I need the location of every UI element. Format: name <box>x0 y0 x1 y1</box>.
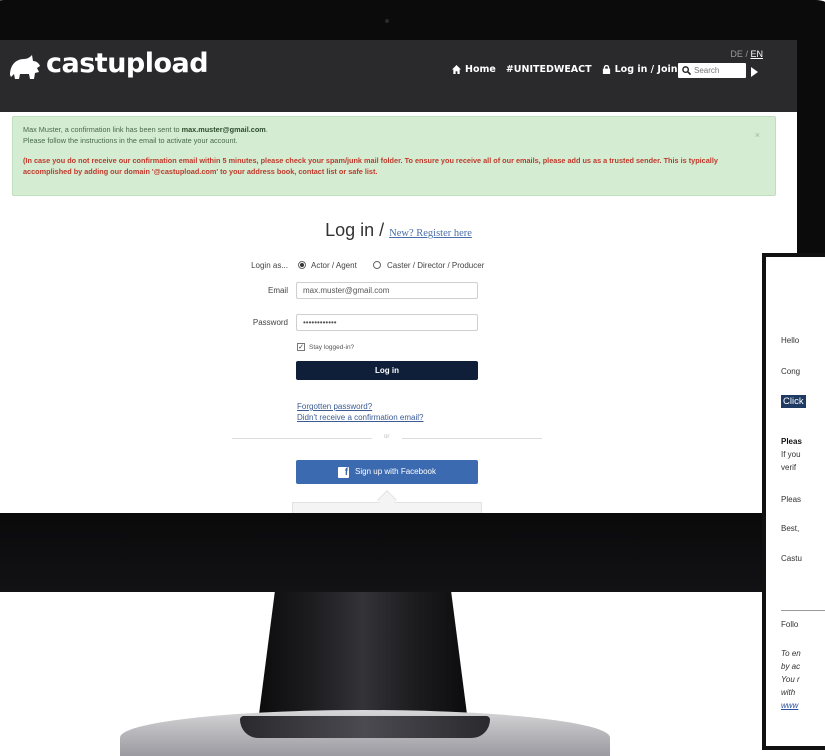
radio-caster-label[interactable]: Caster / Director / Producer <box>387 261 484 270</box>
alert-email: max.muster@gmail.com <box>181 125 266 134</box>
email-line-follow: Follo <box>781 620 799 629</box>
login-title: Log in / <box>325 220 385 240</box>
lang-en[interactable]: EN <box>750 49 763 59</box>
email-link-www[interactable]: www <box>781 701 798 710</box>
facebook-icon: f <box>338 466 350 478</box>
email-line-congrats: Cong <box>781 367 801 376</box>
home-icon <box>452 65 461 74</box>
language-switcher: DE / EN <box>730 49 763 59</box>
nav-unitedweact[interactable]: #UNITEDWEACT <box>506 64 592 75</box>
register-link[interactable]: New? Register here <box>389 228 472 239</box>
browser-screen: castupload DE / EN Home #UNITEDWEACT Log… <box>0 40 797 513</box>
facebook-signup-button[interactable]: f Sign up with Facebook <box>296 460 478 484</box>
email-line-by-adding: by ac <box>781 662 801 671</box>
confirmation-alert: Max Muster, a confirmation link has been… <box>12 116 776 196</box>
login-button[interactable]: Log in <box>296 361 478 380</box>
alert-line2: Please follow the instructions in the em… <box>23 135 238 145</box>
facebook-button-label: Sign up with Facebook <box>355 467 436 476</box>
email-label: Email <box>267 286 288 295</box>
search-icon <box>682 66 691 75</box>
resend-confirmation-link[interactable]: Didn't receive a confirmation email? <box>297 413 423 422</box>
email-separator <box>781 610 825 611</box>
email-line-to-ensure: To en <box>781 649 801 658</box>
lang-de[interactable]: DE <box>730 49 743 59</box>
forgot-password-link[interactable]: Forgotten password? <box>297 402 372 411</box>
nav-login-join[interactable]: Log in / Join <box>602 64 678 75</box>
email-line-with: with <box>781 688 796 697</box>
rhino-logo-icon[interactable] <box>8 53 42 83</box>
divider-right <box>402 438 542 439</box>
email-line-you-may: You r <box>781 675 800 684</box>
webcam-dot <box>385 19 389 23</box>
alert-spam-warning: (In case you do not receive our confirma… <box>23 155 718 176</box>
email-line-please-bold: Pleas <box>781 437 802 446</box>
monitor-stand <box>258 592 468 722</box>
stay-logged-in-checkbox[interactable]: ✓ <box>297 343 305 351</box>
search-input[interactable] <box>694 66 742 75</box>
email-confirm-link[interactable]: Click <box>781 395 806 408</box>
lock-icon <box>602 65 610 74</box>
stay-logged-in-label[interactable]: Stay logged-in? <box>309 344 354 351</box>
email-line-please: Pleas <box>781 495 802 504</box>
main-nav: Home #UNITEDWEACT Log in / Join <box>452 64 678 75</box>
email-line-click[interactable]: Click <box>781 395 806 408</box>
alert-line1-prefix: Max Muster, a confirmation link has been… <box>23 125 182 134</box>
email-line-if-you: If you <box>781 450 801 459</box>
or-separator: or <box>384 434 390 440</box>
radio-actor[interactable] <box>298 261 306 269</box>
lang-separator: / <box>745 49 748 59</box>
close-icon[interactable]: × <box>755 129 760 143</box>
alert-line1-suffix: . <box>265 125 268 134</box>
monitor-chin <box>0 513 825 592</box>
nav-home[interactable]: Home <box>452 64 496 75</box>
divider-left <box>232 438 372 439</box>
email-line-hello: Hello <box>781 336 800 345</box>
nav-unitedweact-label: #UNITEDWEACT <box>505 64 592 75</box>
email-line-verif: verif <box>781 463 797 472</box>
alert-message: Max Muster, a confirmation link has been… <box>23 125 765 147</box>
search-box[interactable] <box>678 63 746 78</box>
login-heading: Log in / New? Register here <box>0 220 797 241</box>
logo-text[interactable]: castupload <box>46 48 209 79</box>
login-as-label: Login as... <box>251 261 288 270</box>
email-line-best: Best, <box>781 524 800 533</box>
password-field[interactable] <box>296 314 478 331</box>
email-preview-panel: Hello Cong Click Pleas If you verif Plea… <box>762 253 825 750</box>
radio-caster[interactable] <box>373 261 381 269</box>
nav-login-label: Log in / Join <box>614 64 678 75</box>
radio-actor-label[interactable]: Actor / Agent <box>311 261 357 270</box>
email-line-castupload: Castu <box>781 554 802 563</box>
nav-home-label: Home <box>465 64 496 75</box>
search-submit-icon[interactable] <box>751 67 758 77</box>
monitor-stand-foot <box>240 716 490 738</box>
email-field[interactable] <box>296 282 478 299</box>
password-label: Password <box>252 318 288 327</box>
site-header: castupload DE / EN Home #UNITEDWEACT Log… <box>0 40 797 112</box>
